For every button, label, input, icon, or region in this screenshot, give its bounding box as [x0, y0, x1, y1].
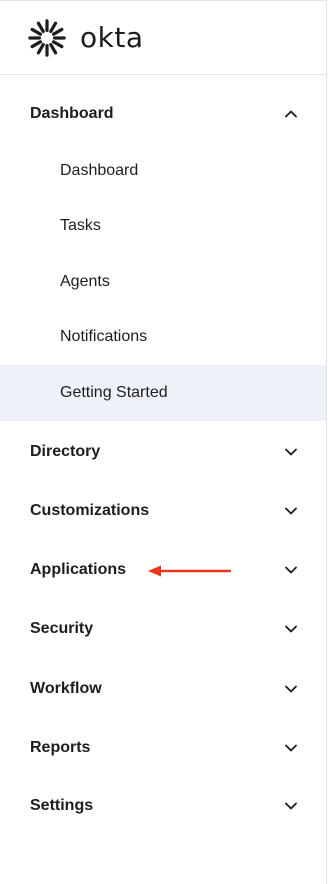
nav-section-label: Security [30, 620, 94, 637]
chevron-down-icon [285, 625, 297, 633]
nav-section-dashboard[interactable]: Dashboard [0, 94, 326, 134]
nav-section-directory[interactable]: Directory [0, 432, 326, 472]
nav-section-label: Reports [30, 739, 91, 756]
nav-section-label: Dashboard [30, 105, 114, 122]
nav-section-settings[interactable]: Settings [0, 786, 326, 826]
chevron-down-icon [285, 507, 297, 515]
nav-section-label: Workflow [30, 680, 102, 697]
sub-item-label: Dashboard [60, 162, 139, 179]
sub-item-label: Getting Started [60, 384, 168, 401]
chevron-down-icon [285, 744, 297, 752]
chevron-down-icon [285, 685, 297, 693]
chevron-down-icon [285, 448, 297, 456]
sub-item-label: Agents [60, 273, 110, 290]
sub-item-agents[interactable]: Agents [0, 254, 326, 310]
nav-section-label: Settings [30, 797, 94, 814]
logo-text: okta [80, 21, 144, 54]
annotation-arrow-icon [148, 565, 232, 577]
sub-item-getting-started[interactable]: Getting Started [0, 365, 326, 421]
nav-section-label: Customizations [30, 502, 150, 519]
sub-item-label: Notifications [60, 328, 148, 345]
nav-section-customizations[interactable]: Customizations [0, 491, 326, 531]
sub-item-dashboard[interactable]: Dashboard [0, 143, 326, 199]
nav-section-reports[interactable]: Reports [0, 728, 326, 768]
logo-bar: okta [0, 1, 326, 75]
chevron-up-icon [285, 110, 297, 118]
nav-section-workflow[interactable]: Workflow [0, 669, 326, 709]
nav-section-security[interactable]: Security [0, 609, 326, 649]
sub-item-tasks[interactable]: Tasks [0, 198, 326, 254]
chevron-down-icon [285, 566, 297, 574]
chevron-down-icon [285, 802, 297, 810]
sidebar: okta Dashboard Dashboard Tasks Agents No… [0, 0, 327, 884]
okta-sunburst-icon [28, 18, 66, 57]
sub-item-notifications[interactable]: Notifications [0, 309, 326, 365]
nav-section-label: Directory [30, 443, 101, 460]
sub-item-label: Tasks [60, 217, 101, 234]
